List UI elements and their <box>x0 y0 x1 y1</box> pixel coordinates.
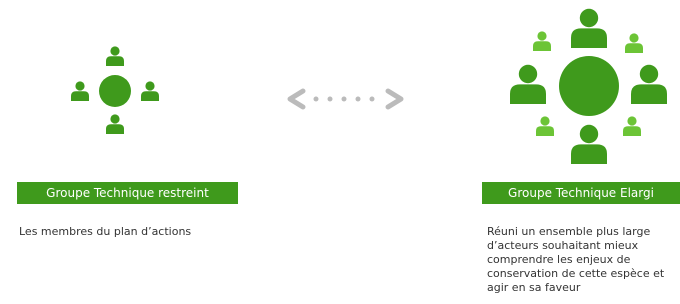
person-icon <box>106 114 124 134</box>
person-icon <box>71 81 89 101</box>
small-group-illustration <box>71 46 159 134</box>
person-icon <box>631 64 667 104</box>
person-icon <box>510 64 546 104</box>
table-icon <box>99 75 131 107</box>
large-group-illustration <box>510 8 667 164</box>
double-arrow-icon <box>287 88 404 110</box>
extended-group-label: Groupe Technique Elargi <box>482 182 680 204</box>
person-icon <box>141 81 159 101</box>
restricted-group-description: Les membres du plan d’actions <box>19 225 192 238</box>
table-icon <box>559 56 619 116</box>
person-icon <box>533 31 551 51</box>
person-icon <box>571 8 607 48</box>
person-icon <box>571 124 607 164</box>
person-icon <box>625 33 643 53</box>
person-icon <box>536 116 554 136</box>
extended-group-description: Réuni un ensemble plus large d’acteurs s… <box>487 225 665 294</box>
person-icon <box>106 46 124 66</box>
person-icon <box>623 116 641 136</box>
restricted-group-label: Groupe Technique restreint <box>17 182 238 204</box>
